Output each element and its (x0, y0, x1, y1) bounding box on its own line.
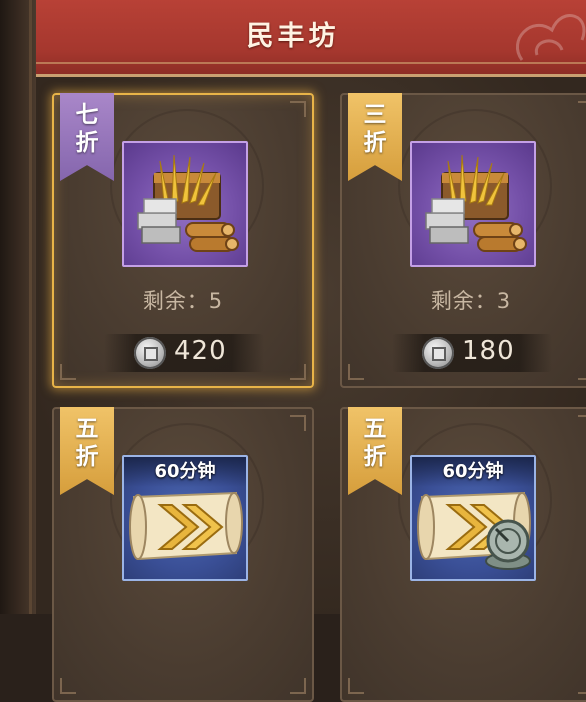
price-value: 420 (174, 336, 227, 366)
duration-label: 60分钟 (412, 457, 534, 487)
resource-chest-icon (137, 154, 239, 252)
remaining-count: 剩余：3 (430, 289, 512, 313)
discount-label: 五折 (363, 415, 387, 470)
corner-ornament (578, 678, 586, 694)
shop-item-card[interactable]: 60分钟 五折 (52, 407, 314, 702)
corner-ornament (60, 678, 76, 694)
page-title: 民丰坊 (246, 21, 340, 52)
buy-button[interactable]: 420 (104, 334, 264, 372)
shop-item-card[interactable]: 剩余：3 180 三折 (340, 93, 586, 388)
price-value: 180 (462, 336, 515, 366)
item-slot[interactable]: 60分钟 (410, 455, 536, 581)
item-slot[interactable] (122, 141, 248, 267)
discount-ribbon: 五折 (60, 407, 114, 495)
corner-ornament (578, 364, 586, 380)
item-slot[interactable]: 60分钟 (122, 455, 248, 581)
corner-ornament (348, 678, 364, 694)
corner-ornament (290, 101, 306, 117)
corner-ornament (290, 678, 306, 694)
shop-item-card[interactable]: 剩余：5 420 七折 (52, 93, 314, 388)
discount-ribbon: 三折 (348, 93, 402, 181)
buy-button[interactable]: 180 (392, 334, 552, 372)
item-slot[interactable] (410, 141, 536, 267)
duration-label: 60分钟 (124, 457, 246, 487)
remaining-count: 剩余：5 (142, 289, 224, 313)
discount-ribbon: 七折 (60, 93, 114, 181)
corner-ornament (290, 415, 306, 431)
corner-ornament (290, 364, 306, 380)
resource-chest-icon (425, 154, 527, 252)
discount-label: 五折 (75, 415, 99, 470)
shop-grid: 剩余：5 420 七折 剩余：3 180 三折 60分钟 五折 60分钟 五折 (36, 77, 586, 702)
silver-coin-icon (422, 337, 454, 369)
discount-label: 三折 (363, 101, 387, 156)
corner-ornament (60, 364, 76, 380)
shop-item-card[interactable]: 60分钟 五折 (340, 407, 586, 702)
corner-ornament (578, 101, 586, 117)
corner-ornament (578, 415, 586, 431)
left-frame (0, 0, 36, 614)
discount-ribbon: 五折 (348, 407, 402, 495)
silver-coin-icon (134, 337, 166, 369)
discount-label: 七折 (75, 101, 99, 156)
corner-ornament (348, 364, 364, 380)
